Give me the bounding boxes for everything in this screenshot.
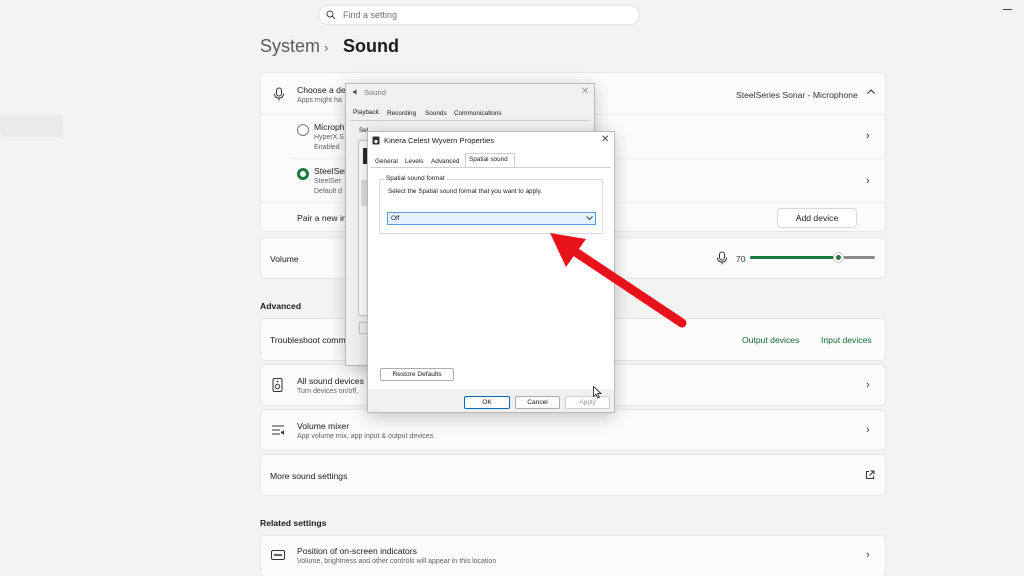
more-sound-settings-label: More sound settings xyxy=(270,471,348,481)
ok-button[interactable]: OK xyxy=(464,396,510,409)
troubleshoot-label: Troubleshoot comm xyxy=(270,335,346,345)
spatial-format-select[interactable] xyxy=(387,212,596,225)
close-icon[interactable]: ✕ xyxy=(601,134,609,145)
mixer-sliders-icon xyxy=(271,423,285,437)
page-title: Sound xyxy=(343,36,399,56)
microphone-icon[interactable] xyxy=(716,251,728,265)
breadcrumb-system[interactable]: System xyxy=(260,36,320,57)
position-indicators-sub: Volume, brightness and other controls wi… xyxy=(297,558,497,565)
annotation-arrow xyxy=(550,233,687,328)
collapse-chevron-icon[interactable] xyxy=(866,87,876,97)
pair-new-input-label: Pair a new in xyxy=(297,213,347,223)
output-devices-link[interactable]: Output devices xyxy=(742,335,799,345)
tab-spatial-sound[interactable]: Spatial sound xyxy=(469,156,508,163)
screen-indicator-icon xyxy=(271,549,285,561)
device-2-status: Default d xyxy=(314,188,343,195)
device-2-name: SteelSer xyxy=(314,166,347,176)
device-1-name: Microph xyxy=(314,122,345,132)
microphone-icon xyxy=(273,87,285,101)
chevron-right-icon[interactable]: › xyxy=(866,549,870,561)
chevron-down-icon xyxy=(586,215,593,221)
speaker-device-icon xyxy=(372,136,380,145)
tab-sounds[interactable]: Sounds xyxy=(425,110,447,117)
tab-advanced[interactable]: Advanced xyxy=(431,158,459,165)
input-devices-link[interactable]: Input devices xyxy=(821,335,872,345)
tab-levels[interactable]: Levels xyxy=(405,158,423,165)
search-icon xyxy=(326,10,336,20)
search-placeholder: Find a setting xyxy=(343,10,398,20)
cancel-button[interactable]: Cancel xyxy=(515,396,560,409)
tab-general[interactable]: General xyxy=(375,158,398,165)
all-sound-devices-sub: Turn devices on/off, xyxy=(297,388,359,395)
add-device-button[interactable]: Add device xyxy=(777,208,857,228)
search-box[interactable]: Find a setting xyxy=(318,5,640,25)
close-icon[interactable]: ✕ xyxy=(581,86,589,97)
speaker-device-icon xyxy=(272,378,283,392)
chevron-right-icon[interactable]: › xyxy=(866,424,870,436)
chevron-right-icon[interactable]: › xyxy=(866,175,870,187)
device-2-sub: SteelSer xyxy=(314,178,341,185)
apply-button[interactable]: Apply xyxy=(565,396,610,409)
position-indicators-title: Position of on-screen indicators xyxy=(297,546,417,556)
advanced-heading: Advanced xyxy=(260,301,302,311)
minimize-button[interactable] xyxy=(1003,9,1012,10)
mouse-cursor-icon xyxy=(593,386,602,399)
sidebar-selected-item[interactable] xyxy=(0,115,63,137)
speaker-icon xyxy=(352,88,360,96)
tab-communications[interactable]: Communications xyxy=(454,110,502,117)
related-settings-heading: Related settings xyxy=(260,518,327,528)
volume-mixer-title: Volume mixer xyxy=(297,421,350,431)
tab-playback[interactable]: Playback xyxy=(353,109,379,116)
selected-input-device[interactable]: SteelSeries Sonar - Microphone xyxy=(736,90,858,100)
choose-device-title: Choose a de xyxy=(297,85,346,95)
device-radio-2[interactable] xyxy=(297,168,309,180)
volume-value: 70 xyxy=(736,254,746,264)
device-1-status: Enabled xyxy=(314,144,340,151)
breadcrumb-chevron-icon: › xyxy=(324,40,329,55)
volume-slider-thumb[interactable] xyxy=(834,253,843,262)
spatial-format-value: Off xyxy=(391,215,400,222)
more-sound-settings-card[interactable] xyxy=(260,454,886,496)
tab-recording[interactable]: Recording xyxy=(387,110,416,117)
sound-dialog-title: Sound xyxy=(364,88,386,97)
external-link-icon[interactable] xyxy=(865,470,875,480)
volume-slider-fill xyxy=(750,256,838,259)
spatial-format-group-label: Spatial sound format xyxy=(384,175,447,182)
properties-dialog-title: Kinera Celest Wyvern Properties xyxy=(384,136,495,145)
spatial-format-description: Select the Spatial sound format that you… xyxy=(388,188,543,195)
volume-mixer-card[interactable] xyxy=(260,409,886,451)
all-sound-devices-title: All sound devices xyxy=(297,376,364,386)
choose-device-subtitle: Apps might ha xyxy=(297,97,342,104)
device-1-sub: HyperX S xyxy=(314,134,344,141)
volume-mixer-sub: App volume mix, app input & output devic… xyxy=(297,433,434,440)
volume-label: Volume xyxy=(270,254,299,264)
device-radio-1[interactable] xyxy=(297,124,309,136)
chevron-right-icon[interactable]: › xyxy=(866,379,870,391)
restore-defaults-button[interactable]: Restore Defaults xyxy=(380,368,454,381)
chevron-right-icon[interactable]: › xyxy=(866,130,870,142)
